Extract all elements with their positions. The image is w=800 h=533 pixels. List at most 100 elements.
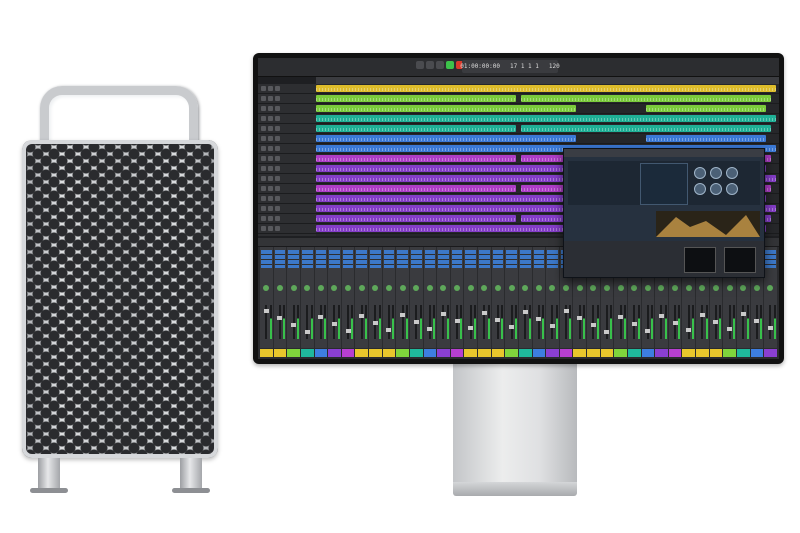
region[interactable]	[316, 185, 516, 192]
track-button[interactable]	[275, 156, 280, 161]
track-button[interactable]	[268, 196, 273, 201]
fader-cap[interactable]	[304, 330, 310, 334]
fader-track[interactable]	[442, 305, 445, 339]
pan-knob[interactable]	[263, 285, 270, 291]
track-header[interactable]	[258, 194, 316, 204]
track-header[interactable]	[258, 204, 316, 214]
fader-track[interactable]	[619, 305, 622, 339]
channel-strip[interactable]	[369, 247, 382, 348]
fader-cap[interactable]	[440, 312, 446, 316]
timeline-ruler[interactable]	[316, 77, 779, 84]
track-button[interactable]	[275, 146, 280, 151]
track-button[interactable]	[268, 126, 273, 131]
track-header[interactable]	[258, 144, 316, 154]
track-header[interactable]	[258, 164, 316, 174]
fader-cap[interactable]	[727, 327, 733, 331]
fader-cap[interactable]	[509, 325, 515, 329]
fader-cap[interactable]	[277, 316, 283, 320]
region[interactable]	[316, 125, 516, 132]
plugin-slot[interactable]	[451, 250, 463, 268]
channel-strip[interactable]	[423, 247, 437, 348]
pan-knob[interactable]	[590, 285, 597, 291]
pan-knob[interactable]	[372, 285, 379, 291]
region[interactable]	[316, 115, 776, 122]
channel-strip[interactable]	[450, 247, 464, 348]
fader-track[interactable]	[428, 305, 431, 339]
fader-cap[interactable]	[672, 321, 678, 325]
track-header[interactable]	[258, 84, 316, 94]
plugin-slot[interactable]	[465, 250, 476, 268]
channel-strip[interactable]	[464, 247, 477, 348]
track-button[interactable]	[275, 166, 280, 171]
pan-knob[interactable]	[617, 285, 624, 291]
fader-track[interactable]	[551, 305, 554, 339]
track-button[interactable]	[268, 116, 273, 121]
fader-track[interactable]	[701, 305, 704, 339]
channel-strip[interactable]	[341, 247, 355, 348]
pan-knob[interactable]	[358, 285, 365, 291]
fader-track[interactable]	[578, 305, 581, 339]
fader-track[interactable]	[319, 305, 322, 339]
fader-cap[interactable]	[468, 326, 474, 330]
track-button[interactable]	[268, 156, 273, 161]
region[interactable]	[316, 215, 516, 222]
fader-cap[interactable]	[318, 315, 324, 319]
pan-knob[interactable]	[767, 285, 774, 291]
track-button[interactable]	[261, 116, 266, 121]
track-button[interactable]	[275, 176, 280, 181]
channel-strip[interactable]	[478, 247, 491, 348]
fader-track[interactable]	[687, 305, 690, 339]
track-header[interactable]	[258, 184, 316, 194]
channel-strip[interactable]	[314, 247, 328, 348]
plugin-slot[interactable]	[519, 250, 531, 268]
track-button[interactable]	[268, 186, 273, 191]
track-header[interactable]	[258, 214, 316, 224]
track-button[interactable]	[261, 196, 266, 201]
fader-cap[interactable]	[645, 329, 651, 333]
fader-track[interactable]	[769, 305, 772, 339]
fader-track[interactable]	[510, 305, 513, 339]
channel-strip[interactable]	[328, 247, 341, 348]
track-header[interactable]	[258, 94, 316, 104]
forward-button[interactable]	[426, 61, 434, 69]
track-button[interactable]	[261, 136, 266, 141]
fader-cap[interactable]	[372, 321, 378, 325]
track-button[interactable]	[261, 176, 266, 181]
pan-knob[interactable]	[508, 285, 515, 291]
fader-track[interactable]	[660, 305, 663, 339]
track-header[interactable]	[258, 124, 316, 134]
fader-track[interactable]	[537, 305, 540, 339]
knob[interactable]	[710, 183, 722, 195]
fader-track[interactable]	[646, 305, 649, 339]
pan-knob[interactable]	[672, 285, 679, 291]
pan-knob[interactable]	[481, 285, 488, 291]
plugin-slot[interactable]	[397, 250, 408, 268]
region[interactable]	[316, 95, 516, 102]
channel-strip[interactable]	[546, 247, 559, 348]
fader-cap[interactable]	[413, 320, 419, 324]
synth-plugin-window[interactable]	[563, 148, 765, 278]
track-header[interactable]	[258, 224, 316, 234]
plugin-slot[interactable]	[301, 250, 313, 268]
pan-knob[interactable]	[576, 285, 583, 291]
plugin-title-bar[interactable]	[564, 149, 764, 157]
channel-strip[interactable]	[532, 247, 546, 348]
fader-track[interactable]	[496, 305, 499, 339]
plugin-slot[interactable]	[410, 250, 422, 268]
pan-knob[interactable]	[685, 285, 692, 291]
track-button[interactable]	[268, 146, 273, 151]
fader-cap[interactable]	[400, 313, 406, 317]
fader-cap[interactable]	[577, 316, 583, 320]
track-lane[interactable]	[316, 124, 779, 134]
plugin-slot[interactable]	[438, 250, 449, 268]
track-button[interactable]	[275, 206, 280, 211]
pan-knob[interactable]	[522, 285, 529, 291]
wavetable-display[interactable]	[640, 163, 688, 205]
plugin-slot[interactable]	[492, 250, 504, 268]
track-button[interactable]	[261, 226, 266, 231]
region[interactable]	[521, 95, 771, 102]
track-button[interactable]	[268, 226, 273, 231]
track-button[interactable]	[268, 216, 273, 221]
knob[interactable]	[694, 167, 706, 179]
fader-cap[interactable]	[549, 324, 555, 328]
